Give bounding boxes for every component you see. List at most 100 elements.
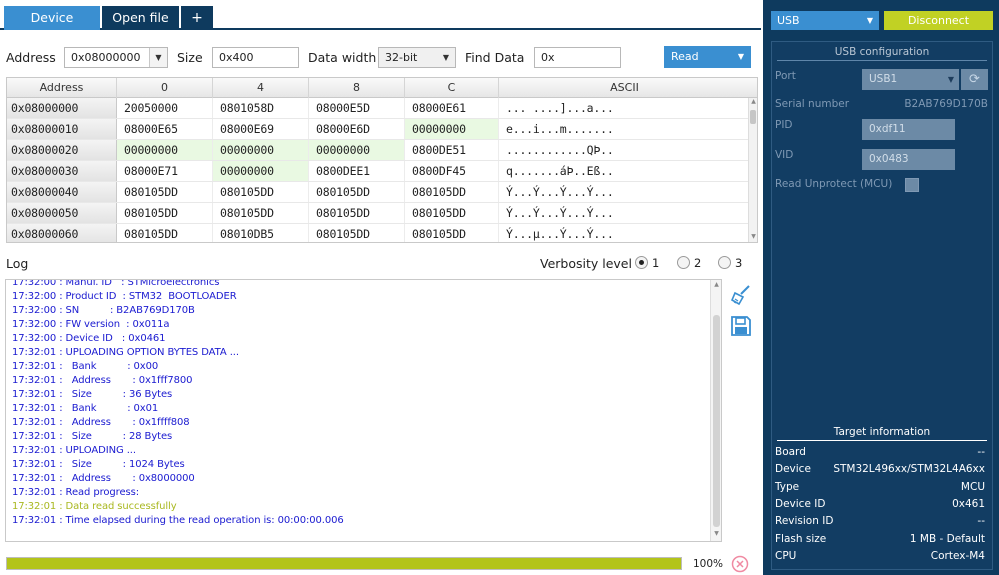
scroll-down-icon[interactable]: ▼ <box>711 530 721 540</box>
scrollbar-thumb[interactable] <box>750 110 756 124</box>
ascii-cell: Ý...Ý...Ý...Ý... <box>506 185 614 199</box>
data-cell[interactable]: 080105DD <box>405 182 499 202</box>
chevron-down-icon: ▼ <box>442 53 450 62</box>
find-data-label: Find Data <box>465 50 525 65</box>
data-cell[interactable]: 08000E5D <box>309 98 405 118</box>
ascii-cell: ............QÞ.. <box>506 143 614 157</box>
data-cell[interactable]: 080105DD <box>117 203 213 223</box>
data-cell[interactable]: 080105DD <box>117 224 213 242</box>
log-line: 17:32:01 : Bank : 0x01 <box>12 403 159 414</box>
data-cell[interactable]: 0800DF45 <box>405 161 499 181</box>
scrollbar-thumb[interactable] <box>713 315 720 527</box>
data-cell[interactable]: 00000000 <box>309 140 405 160</box>
data-cell[interactable]: 08000E71 <box>117 161 213 181</box>
flash-size-value: 1 MB - Default <box>909 533 985 545</box>
data-width-select[interactable]: 32-bit ▼ <box>378 47 456 68</box>
vid-field[interactable]: 0x0483 <box>862 149 955 170</box>
data-cell[interactable]: 00000000 <box>405 119 499 139</box>
data-cell[interactable]: 20050000 <box>117 98 213 118</box>
data-cell[interactable]: 0800DEE1 <box>309 161 405 181</box>
cpu-label: CPU <box>775 550 797 562</box>
pid-field[interactable]: 0xdf11 <box>862 119 955 140</box>
column-header-c[interactable]: C <box>405 78 499 98</box>
scroll-up-icon[interactable]: ▲ <box>749 98 757 108</box>
read-unprotect-checkbox[interactable] <box>905 178 919 192</box>
table-row[interactable]: 0x08000030 08000E71 00000000 0800DEE1 08… <box>7 161 750 182</box>
address-cell: 0x08000030 <box>7 161 117 181</box>
data-cell[interactable]: 080105DD <box>309 182 405 202</box>
scroll-up-icon[interactable]: ▲ <box>711 281 721 291</box>
verbosity-radio-3[interactable] <box>718 256 731 269</box>
tab-device-memory[interactable]: Device memory <box>4 6 100 49</box>
save-icon[interactable] <box>730 315 752 337</box>
data-cell[interactable]: 080105DD <box>405 224 499 242</box>
log-line: 17:32:00 : Product ID : STM32 BOOTLOADER <box>12 291 237 302</box>
column-header-8[interactable]: 8 <box>309 78 405 98</box>
data-width-label: Data width <box>308 50 377 65</box>
cancel-icon[interactable] <box>731 555 749 573</box>
ascii-cell: q.......áÞ..Eß.. <box>506 164 614 178</box>
address-combo[interactable]: 0x08000000 ▼ <box>64 47 168 68</box>
data-cell[interactable]: 080105DD <box>213 182 309 202</box>
chevron-down-icon[interactable]: ▼ <box>149 48 167 67</box>
pid-label: PID <box>775 119 793 131</box>
table-row[interactable]: 0x08000010 08000E65 08000E69 08000E6D 00… <box>7 119 750 140</box>
progress-fill <box>7 558 681 569</box>
serial-number-label: Serial number <box>775 98 850 110</box>
read-button-label: Read <box>671 50 699 63</box>
add-tab-button[interactable]: + <box>181 6 213 30</box>
verbosity-option-1: 1 <box>652 256 660 270</box>
size-label: Size <box>177 50 203 65</box>
column-header-address[interactable]: Address <box>7 78 117 98</box>
data-cell[interactable]: 08000E69 <box>213 119 309 139</box>
column-header-ascii[interactable]: ASCII <box>499 78 750 98</box>
disconnect-button[interactable]: Disconnect <box>884 11 993 30</box>
interface-select[interactable]: USB ▼ <box>771 11 879 30</box>
find-data-input[interactable]: 0x <box>534 47 621 68</box>
data-cell[interactable]: 0800DE51 <box>405 140 499 160</box>
divider <box>777 60 987 61</box>
data-cell[interactable]: 080105DD <box>309 203 405 223</box>
address-cell: 0x08000020 <box>7 140 117 160</box>
verbosity-radio-1[interactable] <box>635 256 648 269</box>
data-cell[interactable]: 080105DD <box>309 224 405 242</box>
verbosity-option-3: 3 <box>735 256 743 270</box>
table-row[interactable]: 0x08000060 080105DD 08010DB5 080105DD 08… <box>7 224 750 242</box>
verbosity-radio-2[interactable] <box>677 256 690 269</box>
memory-scrollbar[interactable]: ▲ ▼ <box>748 98 757 242</box>
table-row[interactable]: 0x08000000 20050000 0801058D 08000E5D 08… <box>7 98 750 119</box>
data-cell[interactable]: 080105DD <box>405 203 499 223</box>
refresh-icon[interactable]: ⟳ <box>961 69 988 90</box>
port-select[interactable]: USB1 ▼ <box>862 69 959 90</box>
data-cell[interactable]: 08000E61 <box>405 98 499 118</box>
divider <box>777 440 987 441</box>
data-cell[interactable]: 08000E65 <box>117 119 213 139</box>
data-cell[interactable]: 08010DB5 <box>213 224 309 242</box>
read-button[interactable]: Read ▼ <box>664 46 751 68</box>
chevron-down-icon[interactable]: ▼ <box>867 11 873 30</box>
chevron-down-icon[interactable]: ▼ <box>738 46 744 68</box>
chevron-down-icon[interactable]: ▼ <box>948 69 954 90</box>
data-cell[interactable]: 080105DD <box>213 203 309 223</box>
table-row[interactable]: 0x08000040 080105DD 080105DD 080105DD 08… <box>7 182 750 203</box>
address-cell: 0x08000060 <box>7 224 117 242</box>
port-label: Port <box>775 70 796 82</box>
size-input[interactable]: 0x400 <box>212 47 299 68</box>
log-line: 17:32:01 : UPLOADING ... <box>12 445 136 456</box>
table-row[interactable]: 0x08000020 00000000 00000000 00000000 08… <box>7 140 750 161</box>
tab-open-file[interactable]: Open file <box>102 6 179 30</box>
column-header-0[interactable]: 0 <box>117 78 213 98</box>
data-cell[interactable]: 00000000 <box>213 140 309 160</box>
log-output[interactable]: 17:32:00 : Manuf. ID : STMicroelectronic… <box>5 279 722 542</box>
broom-icon[interactable] <box>730 284 752 306</box>
column-header-4[interactable]: 4 <box>213 78 309 98</box>
data-cell[interactable]: 00000000 <box>213 161 309 181</box>
vid-label: VID <box>775 149 794 161</box>
data-cell[interactable]: 00000000 <box>117 140 213 160</box>
log-scrollbar[interactable]: ▲ ▼ <box>710 280 721 541</box>
data-cell[interactable]: 0801058D <box>213 98 309 118</box>
scroll-down-icon[interactable]: ▼ <box>749 233 757 242</box>
table-row[interactable]: 0x08000050 080105DD 080105DD 080105DD 08… <box>7 203 750 224</box>
data-cell[interactable]: 080105DD <box>117 182 213 202</box>
data-cell[interactable]: 08000E6D <box>309 119 405 139</box>
